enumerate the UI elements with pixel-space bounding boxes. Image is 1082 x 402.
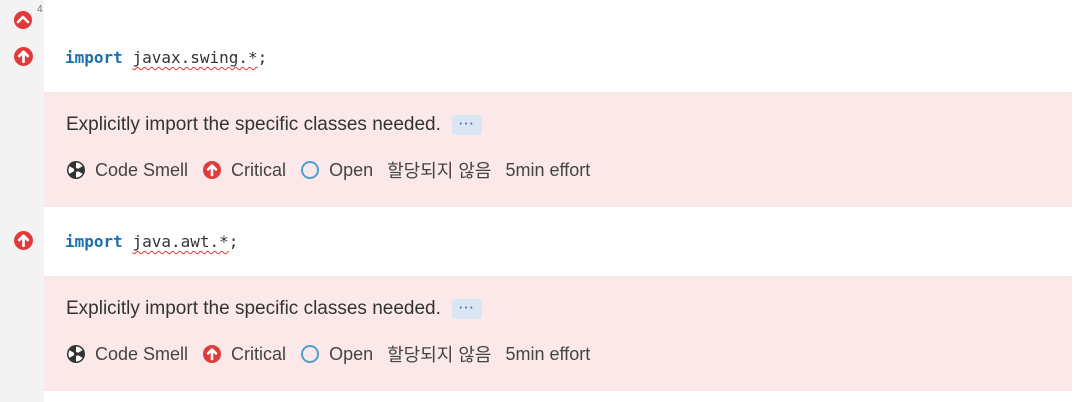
line-issue-marker[interactable]	[13, 230, 34, 251]
issue-effort-label: 5min effort	[505, 343, 591, 364]
critical-arrow-icon	[14, 231, 33, 250]
issue-assignee-label: 할당되지 않음	[387, 345, 492, 365]
statement-terminator: ;	[257, 48, 268, 67]
more-dots-icon: ···	[458, 300, 475, 315]
code-line-import-swing[interactable]: import javax.swing.*;	[65, 48, 267, 68]
code-line-import-awt[interactable]: import java.awt.*;	[65, 232, 238, 252]
issues-count: 4	[37, 4, 43, 15]
issue-assignee-label: 할당되지 않음	[387, 161, 492, 181]
issue-type[interactable]: Code Smell	[66, 160, 188, 181]
code-smell-icon	[67, 345, 85, 363]
critical-icon	[203, 161, 222, 179]
critical-arrow-icon	[14, 47, 33, 66]
issue-effort-label: 5min effort	[505, 159, 591, 180]
issue-severity[interactable]: Critical	[202, 160, 286, 181]
issue-meta-row: Code Smell Critical Open 할당되지 않음 5min ef…	[66, 341, 590, 367]
issue-message-row: Explicitly import the specific classes n…	[66, 114, 482, 136]
more-button[interactable]: ···	[451, 299, 482, 319]
issue-status[interactable]: Open	[300, 344, 373, 365]
open-status-icon	[301, 161, 320, 179]
more-button[interactable]: ···	[451, 115, 482, 135]
issue-type[interactable]: Code Smell	[66, 344, 188, 365]
issue-severity-label: Critical	[231, 159, 287, 180]
issue-panel: Explicitly import the specific classes n…	[44, 276, 1072, 391]
code-smell-icon	[67, 161, 85, 179]
issue-message-row: Explicitly import the specific classes n…	[66, 298, 482, 320]
import-package: javax.swing.*	[132, 48, 258, 67]
issue-status-label: Open	[329, 159, 374, 180]
issue-meta-row: Code Smell Critical Open 할당되지 않음 5min ef…	[66, 157, 590, 183]
open-status-icon	[301, 345, 320, 363]
line-issue-marker[interactable]	[13, 46, 34, 67]
issue-effort: 5min effort	[505, 344, 590, 365]
issue-severity-label: Critical	[231, 343, 287, 364]
import-keyword: import	[65, 232, 123, 251]
issue-status-label: Open	[329, 343, 374, 364]
import-package: java.awt.*	[132, 232, 229, 251]
issue-assignee[interactable]: 할당되지 않음	[387, 341, 491, 367]
issue-type-label: Code Smell	[95, 343, 189, 364]
issue-message[interactable]: Explicitly import the specific classes n…	[66, 298, 441, 320]
issue-message[interactable]: Explicitly import the specific classes n…	[66, 114, 441, 136]
issue-type-label: Code Smell	[95, 159, 189, 180]
critical-severity-icon	[14, 11, 32, 29]
import-keyword: import	[65, 48, 123, 67]
issue-assignee[interactable]: 할당되지 않음	[387, 157, 491, 183]
critical-icon	[203, 345, 222, 363]
issues-summary-badge[interactable]: 4	[13, 4, 45, 30]
issue-effort: 5min effort	[505, 160, 590, 181]
more-dots-icon: ···	[458, 116, 475, 131]
issue-status[interactable]: Open	[300, 160, 373, 181]
issue-severity[interactable]: Critical	[202, 344, 286, 365]
issue-panel: Explicitly import the specific classes n…	[44, 92, 1072, 207]
statement-terminator: ;	[228, 232, 239, 251]
